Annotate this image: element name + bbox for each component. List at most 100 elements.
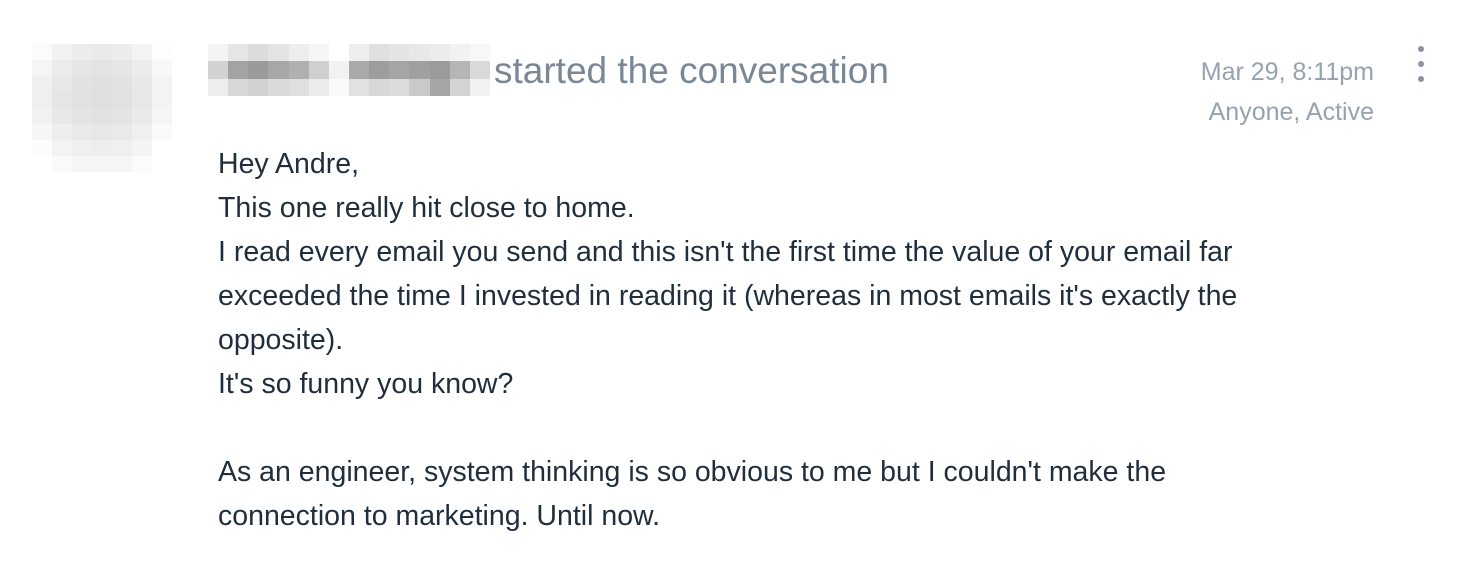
avatar-pixel xyxy=(32,92,52,108)
avatar-pixel xyxy=(32,44,52,60)
avatar-pixel xyxy=(92,76,112,92)
menu-dot xyxy=(1418,61,1424,67)
avatar-pixel xyxy=(52,92,72,108)
avatar-pixel xyxy=(52,156,72,172)
avatar-pixel xyxy=(112,140,132,156)
avatar-pixel xyxy=(72,60,92,76)
author-name-pixel xyxy=(308,78,329,96)
author-name-pixel xyxy=(369,78,390,96)
author-name-redacted[interactable] xyxy=(208,44,490,96)
author-name-pixel xyxy=(228,61,249,79)
message-line xyxy=(218,406,1368,450)
author-name-pixel xyxy=(369,44,390,62)
avatar-pixel xyxy=(132,108,152,124)
avatar-pixel xyxy=(132,44,152,60)
avatar-pixel xyxy=(152,92,172,108)
author-name-pixel xyxy=(288,78,309,96)
avatar-pixel xyxy=(132,76,152,92)
avatar-pixel xyxy=(112,76,132,92)
avatar-pixel xyxy=(72,92,92,108)
author-name-pixel xyxy=(248,78,269,96)
avatar-pixel xyxy=(152,140,172,156)
avatar-pixel xyxy=(112,156,132,172)
avatar-pixel xyxy=(72,108,92,124)
avatar-pixel xyxy=(72,76,92,92)
message-line: exceeded the time I invested in reading … xyxy=(218,280,1238,312)
message-line: This one really hit close to home. xyxy=(218,192,635,224)
author-name-pixel xyxy=(248,61,269,79)
author-name-pixel xyxy=(208,44,229,62)
avatar-pixel xyxy=(152,156,172,172)
avatar-pixel xyxy=(112,92,132,108)
avatar-pixel xyxy=(32,108,52,124)
author-name-pixel xyxy=(228,44,249,62)
message-line: It's so funny you know? xyxy=(218,368,514,400)
author-name-pixel xyxy=(469,61,490,79)
avatar-pixel xyxy=(32,124,52,140)
author-name-pixel xyxy=(328,78,349,96)
avatar-pixel xyxy=(92,108,112,124)
avatar-pixel xyxy=(112,108,132,124)
author-name-pixel xyxy=(248,44,269,62)
author-name-pixel xyxy=(389,78,410,96)
avatar-pixel xyxy=(132,92,152,108)
author-name-pixel xyxy=(228,78,249,96)
author-name-pixel xyxy=(369,61,390,79)
author-name-pixel xyxy=(308,61,329,79)
avatar-pixel xyxy=(92,156,112,172)
author-name-pixel xyxy=(449,61,470,79)
author-name-pixel xyxy=(208,78,229,96)
avatar-pixel xyxy=(92,60,112,76)
message-line: opposite). xyxy=(218,324,344,356)
message-line: Hey Andre, xyxy=(218,148,359,180)
author-name-pixel xyxy=(348,61,370,79)
author-name-pixel xyxy=(308,44,329,62)
author-name-pixel xyxy=(268,78,289,96)
avatar-pixel xyxy=(72,124,92,140)
author-name-pixel xyxy=(389,61,410,79)
avatar-pixel xyxy=(152,108,172,124)
author-name-pixel xyxy=(409,61,430,79)
avatar-pixel xyxy=(32,140,52,156)
avatar-pixel xyxy=(32,76,52,92)
avatar-pixel xyxy=(112,124,132,140)
conversation-headline: started the conversation xyxy=(494,50,889,91)
avatar-pixel xyxy=(52,76,72,92)
avatar-pixel xyxy=(32,156,52,172)
author-name-pixel xyxy=(429,78,450,96)
avatar-pixel xyxy=(92,140,112,156)
conversation-meta: Mar 29, 8:11pm Anyone, Active xyxy=(1201,52,1374,132)
message-body: Hey Andre, This one really hit close to h… xyxy=(218,142,1368,538)
more-options-icon[interactable] xyxy=(1408,46,1434,82)
avatar-pixel xyxy=(92,92,112,108)
author-name-pixel xyxy=(469,78,490,96)
avatar[interactable] xyxy=(32,44,172,172)
author-name-pixel xyxy=(288,44,309,62)
avatar-pixel xyxy=(52,124,72,140)
avatar-pixel xyxy=(152,76,172,92)
avatar-pixel xyxy=(52,44,72,60)
author-name-pixel xyxy=(409,44,430,62)
author-name-pixel xyxy=(389,44,410,62)
author-name-pixel xyxy=(328,44,349,62)
author-name-pixel xyxy=(328,61,349,79)
avatar-pixel xyxy=(92,124,112,140)
message-line: I read every email you send and this isn… xyxy=(218,236,1233,268)
avatar-pixel xyxy=(152,44,172,60)
avatar-pixel xyxy=(52,60,72,76)
message-line: connection to marketing. Until now. xyxy=(218,500,660,532)
avatar-pixel xyxy=(152,60,172,76)
avatar-pixel xyxy=(72,140,92,156)
conversation-entry: started the conversation Mar 29, 8:11pm … xyxy=(0,0,1482,567)
avatar-pixel xyxy=(52,140,72,156)
avatar-pixel xyxy=(32,60,52,76)
author-name-pixel xyxy=(348,78,370,96)
menu-dot xyxy=(1418,46,1424,52)
avatar-pixel xyxy=(132,60,152,76)
author-name-pixel xyxy=(469,44,490,62)
menu-dot xyxy=(1418,76,1424,82)
avatar-pixel xyxy=(72,44,92,60)
author-name-pixel xyxy=(268,61,289,79)
timestamp: Mar 29, 8:11pm xyxy=(1200,58,1374,86)
avatar-pixel xyxy=(72,156,92,172)
